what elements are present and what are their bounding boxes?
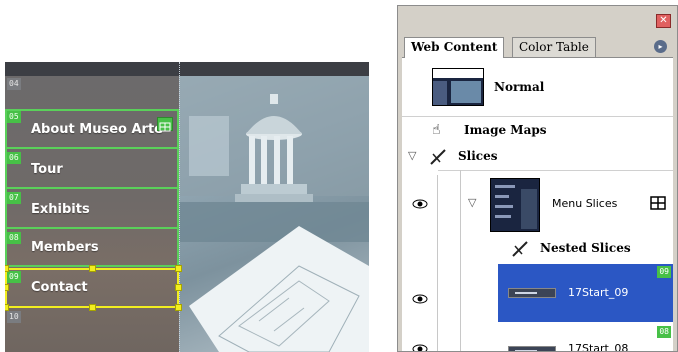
row-slices[interactable]: ▽ Slices — [402, 146, 673, 170]
tab-color-table[interactable]: Color Table — [512, 37, 596, 58]
menu-item-contact[interactable]: Contact — [31, 280, 88, 295]
menu-item-exhibits[interactable]: Exhibits — [31, 202, 90, 217]
slice-tag-04: 04 — [7, 78, 21, 90]
menu-slices-label: Menu Slices — [552, 197, 618, 210]
menu-item-about[interactable]: About Museo Arte — [31, 122, 171, 137]
canvas-top-bar — [5, 62, 369, 76]
eye-icon[interactable] — [412, 344, 428, 352]
menu-slices-expand-icon[interactable]: ▽ — [468, 196, 476, 209]
row-menu-slices[interactable]: ▽ Menu Slices — [402, 172, 673, 236]
nested-slice-icon — [512, 241, 528, 257]
selection-handle-mr[interactable] — [175, 284, 182, 291]
start-09-label: 17Start_09 — [568, 286, 629, 299]
panel-title-bar — [398, 6, 677, 36]
selection-handle-tl[interactable] — [5, 265, 9, 272]
menu-item-members[interactable]: Members — [31, 240, 99, 255]
rotunda-illustration — [179, 76, 369, 352]
slices-expand-icon[interactable]: ▽ — [408, 149, 416, 162]
slice-tag-08: 08 — [657, 326, 671, 338]
row-17start-09[interactable]: 09 17Start_09 — [498, 264, 673, 322]
slice-tag-07: 07 — [7, 192, 21, 204]
divider — [402, 116, 673, 117]
slice-tag-09: 09 — [7, 271, 21, 283]
start-08-label: 17Start_08 — [568, 342, 629, 352]
slice-tag-05: 05 — [7, 111, 21, 123]
menu-slices-thumbnail — [490, 178, 540, 232]
slice-tag-09: 09 — [657, 266, 671, 278]
slice-grid-icon[interactable] — [650, 196, 666, 210]
divider — [438, 170, 673, 171]
eye-icon[interactable] — [412, 199, 428, 209]
normal-label: Normal — [494, 80, 545, 94]
row-normal[interactable]: Normal — [402, 58, 673, 116]
row-nested-slices[interactable]: Nested Slices — [402, 238, 673, 260]
slice-options-icon[interactable] — [157, 117, 173, 132]
museum-photo — [179, 76, 369, 352]
selection-handle-bl[interactable] — [5, 304, 9, 311]
selection-handle-bm[interactable] — [89, 304, 96, 311]
selection-handle-tm[interactable] — [89, 265, 96, 272]
start-08-thumbnail — [508, 346, 556, 351]
panel-menu-icon[interactable]: ▸ — [654, 40, 667, 53]
eye-icon[interactable] — [412, 294, 428, 304]
document-canvas[interactable]: 04 05 About Museo Arte 06 Tour 07 Exhibi… — [5, 62, 369, 352]
slice-tag-06: 06 — [7, 152, 21, 164]
nested-slices-label: Nested Slices — [540, 241, 631, 255]
slices-label: Slices — [458, 149, 498, 163]
panel-content: Normal ☝ Image Maps ▽ Slices ▽ Menu Slic… — [402, 57, 673, 352]
panel-close-button[interactable]: ✕ — [656, 14, 671, 28]
web-content-panel: ✕ Web Content Color Table ▸ Normal ☝ Ima… — [397, 5, 678, 352]
menu-item-tour[interactable]: Tour — [31, 162, 63, 177]
selection-handle-tr[interactable] — [175, 265, 182, 272]
slice-tag-08: 08 — [7, 232, 21, 244]
slice-tool-icon — [430, 149, 446, 165]
start-09-thumbnail — [508, 288, 556, 298]
normal-thumbnail — [432, 68, 484, 106]
row-17start-08[interactable]: 08 17Start_08 — [498, 324, 673, 352]
tab-web-content[interactable]: Web Content — [404, 37, 505, 58]
selection-handle-br[interactable] — [175, 304, 182, 311]
image-maps-label: Image Maps — [464, 123, 547, 137]
hand-icon: ☝ — [432, 122, 441, 138]
selection-handle-ml[interactable] — [5, 284, 9, 291]
slice-tag-10: 10 — [7, 311, 21, 323]
row-image-maps[interactable]: ☝ Image Maps — [402, 120, 673, 142]
